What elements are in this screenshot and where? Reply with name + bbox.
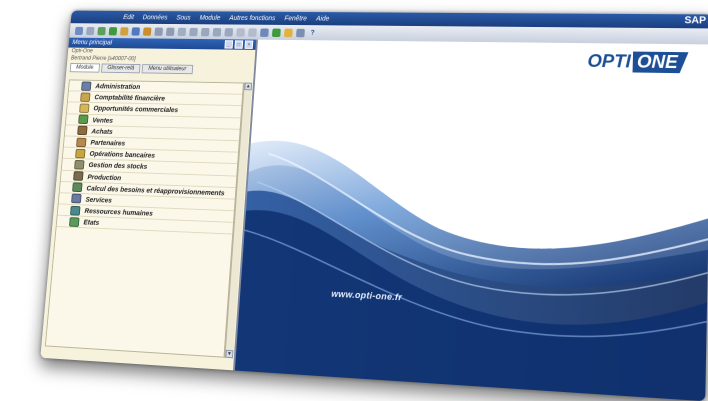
menu-item[interactable]: Données [142, 14, 167, 21]
module-label: Etats [83, 218, 100, 228]
minimize-icon[interactable]: _ [224, 40, 234, 49]
sap-logo: SAP [684, 15, 707, 27]
app-window: Edit Données Sous Module Autres fonction… [40, 10, 708, 401]
close-icon[interactable]: × [244, 40, 254, 49]
refresh-icon[interactable] [131, 26, 141, 36]
excel-icon[interactable] [108, 26, 118, 35]
save-icon[interactable] [74, 26, 84, 35]
tab-user-menu[interactable]: Menu utilisateur [141, 64, 193, 75]
module-label: Achats [91, 126, 114, 136]
module-icon [72, 182, 83, 193]
menu-item[interactable]: Autres fonctions [229, 15, 275, 22]
first-icon[interactable] [189, 27, 198, 36]
module-label: Administration [95, 81, 141, 91]
sort-icon[interactable] [165, 27, 175, 36]
module-label: Comptabilité financière [94, 93, 166, 103]
settings-icon[interactable] [248, 27, 257, 37]
module-icon [76, 137, 87, 147]
splash-area: OPTI ONE www.opti-one.fr [234, 39, 708, 401]
panel-title: Menu principal [72, 39, 113, 47]
module-icon [77, 125, 88, 136]
window-buttons: _ □ × [224, 40, 256, 49]
help-icon[interactable]: ? [308, 28, 317, 37]
opti-one-logo: OPTI ONE [587, 51, 688, 73]
menu-item[interactable]: Fenêtre [284, 15, 307, 22]
module-icon [80, 92, 91, 102]
module-label: Partenaires [90, 138, 126, 148]
tab-drag-drop[interactable]: Glisser-relâ [100, 63, 141, 74]
panel-tabs: Module Glisser-relâ Menu utilisateur [66, 62, 254, 76]
menu-item[interactable]: Sous [176, 14, 191, 21]
scroll-up-icon[interactable]: ▲ [244, 82, 253, 91]
find-icon[interactable] [177, 27, 187, 36]
menu-item[interactable]: Aide [316, 15, 330, 22]
home-icon[interactable] [120, 26, 129, 36]
module-label: Gestion des stocks [88, 160, 148, 172]
lock-icon[interactable] [142, 26, 152, 36]
module-icon [75, 148, 86, 159]
scroll-down-icon[interactable]: ▼ [225, 349, 234, 359]
module-icon [78, 114, 89, 125]
module-icon [74, 159, 85, 170]
chart-icon[interactable] [271, 28, 281, 37]
alert-icon[interactable] [283, 28, 293, 37]
module-icon [81, 81, 92, 91]
menu-item[interactable]: Module [199, 15, 220, 22]
module-list: Administration Comptabilité financière Opp… [44, 79, 244, 358]
prev-icon[interactable] [200, 27, 210, 36]
filter-icon[interactable] [154, 27, 164, 36]
module-label: Opérations bancaires [89, 149, 156, 160]
tab-module[interactable]: Module [69, 63, 100, 73]
screen: Edit Données Sous Module Autres fonction… [40, 10, 708, 401]
module-icon [73, 171, 84, 181]
module-icon [68, 216, 80, 227]
window-icon[interactable] [296, 28, 305, 37]
module-icon [79, 103, 90, 113]
module-label: Production [87, 172, 122, 182]
maximize-icon[interactable]: □ [234, 40, 244, 49]
module-icon [70, 205, 81, 216]
module-icon [71, 194, 82, 204]
module-label: Opportunités commerciales [93, 104, 179, 115]
module-label: Services [85, 195, 113, 205]
pencil-icon[interactable] [260, 28, 269, 37]
calendar-icon[interactable] [236, 27, 246, 37]
wave-graphic [234, 140, 708, 401]
module-label: Ventes [92, 115, 114, 125]
module-label: Ressources humaines [84, 206, 154, 218]
main-menu-panel: Menu principal _ □ × Opti-One Bertrand P… [40, 37, 258, 371]
print-icon[interactable] [86, 26, 95, 35]
menu-item[interactable]: Edit [123, 14, 134, 20]
export-icon[interactable] [97, 26, 106, 35]
next-icon[interactable] [212, 27, 222, 36]
last-icon[interactable] [224, 27, 234, 37]
